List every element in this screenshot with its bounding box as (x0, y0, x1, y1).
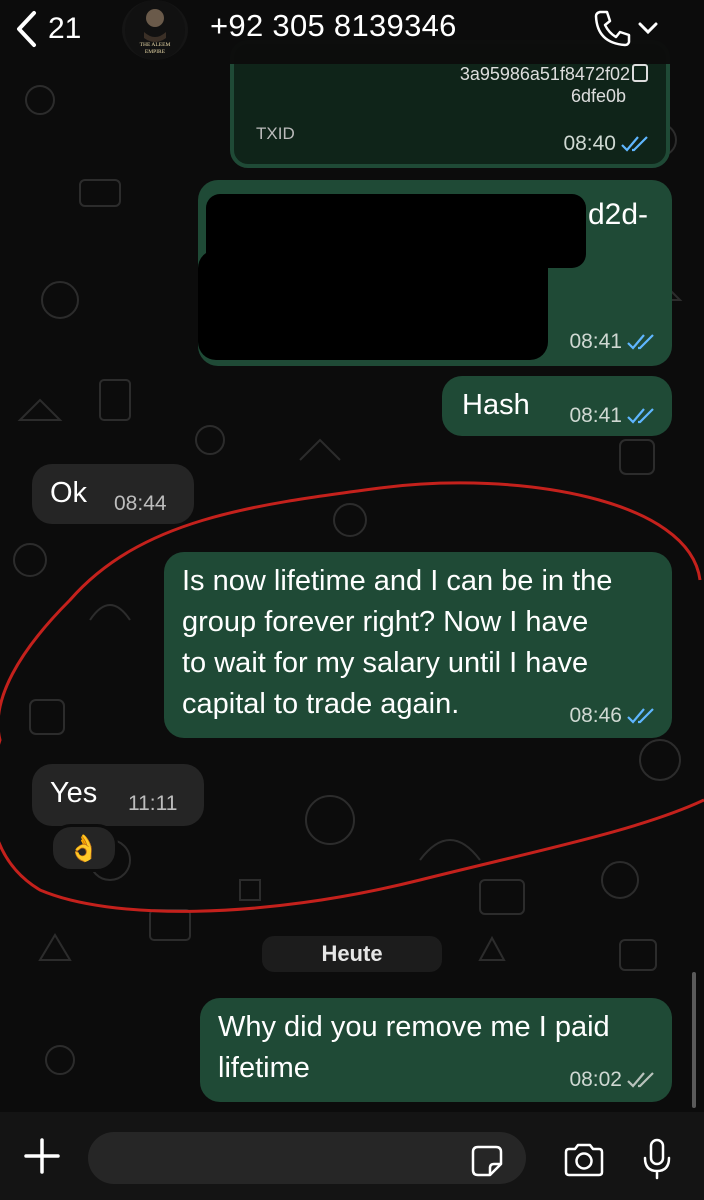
message-text: Hash (462, 389, 530, 421)
yes-message[interactable]: Yes 11:11 (32, 764, 204, 826)
message-time: 11:11 (128, 792, 178, 815)
camera-icon (564, 1143, 604, 1177)
sticker-button[interactable] (470, 1144, 504, 1183)
message-time: 08:44 (114, 492, 167, 515)
read-ticks-icon (621, 136, 648, 152)
composer-bar (0, 1112, 704, 1200)
attach-button[interactable] (22, 1136, 62, 1181)
scrollbar[interactable] (692, 972, 696, 1108)
read-ticks-icon (627, 334, 654, 350)
ok-message[interactable]: Ok 08:44 (32, 464, 194, 524)
hash-message[interactable]: Hash 08:41 (442, 376, 672, 436)
read-ticks-icon (627, 708, 654, 724)
message-line-2: group forever right? Now I have (182, 606, 589, 638)
message-text: Yes (50, 777, 98, 809)
ok-hand-emoji: 👌 (67, 833, 101, 863)
microphone-button[interactable] (642, 1138, 672, 1185)
chevron-left-icon (17, 11, 36, 47)
txid-hash-line2: 6dfe0b (570, 86, 626, 106)
txid-hash-line1: 3a95986a51f8472f02 (459, 64, 630, 84)
message-time: 08:41 (569, 330, 656, 354)
sticker-icon (471, 1145, 503, 1177)
avatar-logo-icon: THE ALEEM EMPIRE (125, 0, 185, 60)
message-line-4: capital to trade again. (182, 688, 460, 720)
message-line-1: Is now lifetime and I can be in the (182, 565, 613, 597)
avatar[interactable]: THE ALEEM EMPIRE (122, 0, 188, 60)
camera-button[interactable] (562, 1142, 606, 1183)
unread-count: 21 (48, 12, 82, 45)
plus-icon (24, 1138, 60, 1174)
microphone-icon (643, 1138, 671, 1180)
remove-question-message[interactable]: Why did you remove me I paid lifetime 08… (200, 998, 672, 1102)
message-line-1: Why did you remove me I paid (218, 1011, 610, 1043)
txid-label: TXID (256, 124, 295, 143)
lifetime-question-message[interactable]: Is now lifetime and I can be in the grou… (164, 552, 672, 738)
message-input[interactable] (88, 1132, 526, 1184)
svg-text:THE ALEEM: THE ALEEM (140, 42, 171, 48)
svg-text:EMPIRE: EMPIRE (145, 49, 166, 55)
reaction-badge[interactable]: 👌 (50, 824, 118, 872)
message-text: Ok (50, 477, 88, 509)
redaction-block (348, 240, 548, 300)
contact-name[interactable]: +92 305 8139346 (210, 8, 457, 44)
message-time: 08:02 (569, 1068, 656, 1092)
date-separator: Heute (262, 936, 442, 972)
delivered-ticks-icon (627, 1072, 654, 1088)
message-time: 08:41 (569, 404, 656, 428)
phone-icon (594, 10, 631, 47)
message-line-3: to wait for my salary until I have (182, 647, 589, 679)
copy-icon (632, 64, 648, 82)
redacted-message[interactable]: d2d- 08:41 (198, 180, 672, 366)
read-ticks-icon (627, 408, 654, 424)
message-time: 08:40 (563, 132, 650, 156)
back-button[interactable]: 21 (14, 10, 81, 48)
message-line-2: lifetime (218, 1052, 310, 1084)
call-button[interactable] (592, 8, 658, 48)
chat-header: 21 THE ALEEM EMPIRE +92 305 8139346 (0, 0, 704, 64)
redacted-visible-text: d2d- (588, 198, 649, 231)
chevron-down-icon (638, 22, 658, 35)
message-time: 08:46 (569, 704, 656, 728)
